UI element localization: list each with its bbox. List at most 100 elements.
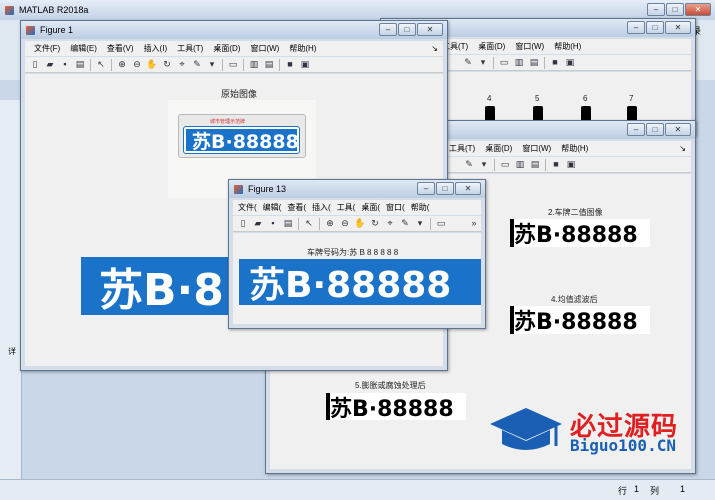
close-button[interactable]: ✕ bbox=[455, 182, 481, 195]
data-cursor-icon[interactable]: ⌖ bbox=[175, 58, 189, 71]
close-button[interactable]: ✕ bbox=[417, 23, 443, 36]
show-plot-tools-icon[interactable]: ▣ bbox=[563, 56, 577, 69]
close-button[interactable]: ✕ bbox=[665, 21, 691, 34]
binary-plate-image: 苏B·88888 bbox=[510, 219, 650, 247]
open-file-icon[interactable]: ▰ bbox=[251, 217, 265, 230]
menu-insert[interactable]: 插入( bbox=[309, 202, 334, 213]
save-icon[interactable]: ▪ bbox=[266, 217, 280, 230]
show-plot-tools-icon[interactable]: ▣ bbox=[298, 58, 312, 71]
hide-plot-tools-icon[interactable]: ■ bbox=[283, 58, 297, 71]
hide-plot-tools-icon[interactable]: ■ bbox=[549, 158, 563, 171]
colorbar-icon[interactable]: ▥ bbox=[247, 58, 261, 71]
link-plot-icon[interactable]: ▭ bbox=[498, 158, 512, 171]
minimize-button[interactable]: – bbox=[379, 23, 397, 36]
separator bbox=[544, 56, 545, 69]
pan-icon[interactable]: ✋ bbox=[145, 58, 159, 71]
menu-tools[interactable]: 工具( bbox=[334, 202, 359, 213]
maximize-button[interactable]: □ bbox=[398, 23, 416, 36]
maximize-button[interactable]: □ bbox=[646, 123, 664, 136]
minimize-button[interactable]: – bbox=[647, 3, 665, 16]
menu-help[interactable]: 帮助(H) bbox=[549, 41, 586, 52]
edit-plot-icon[interactable]: ↖ bbox=[94, 58, 108, 71]
link-plot-icon[interactable]: ▭ bbox=[434, 217, 448, 230]
brush-icon[interactable]: ✎ bbox=[398, 217, 412, 230]
dock-icon[interactable]: ↘ bbox=[426, 44, 443, 53]
edit-plot-icon[interactable]: ↖ bbox=[302, 217, 316, 230]
recognition-result: 车牌号码为:苏 B 8 8 8 8 8 bbox=[307, 248, 399, 257]
print-icon[interactable]: ▤ bbox=[281, 217, 295, 230]
menu-view[interactable]: 查看( bbox=[284, 202, 309, 213]
recognized-plate-image: 苏B·88888 bbox=[239, 259, 481, 305]
dilated-plate-image: 苏B·88888 bbox=[326, 393, 466, 420]
menu-tools[interactable]: 工具(T) bbox=[444, 143, 480, 154]
zoom-in-icon[interactable]: ⊕ bbox=[115, 58, 129, 71]
data-cursor-icon[interactable]: ⌖ bbox=[383, 217, 397, 230]
open-file-icon[interactable]: ▰ bbox=[43, 58, 57, 71]
menu-tools[interactable]: 工具(T) bbox=[172, 43, 208, 54]
menu-help[interactable]: 帮助(H) bbox=[284, 43, 321, 54]
hide-plot-tools-icon[interactable]: ■ bbox=[548, 56, 562, 69]
zoom-in-icon[interactable]: ⊕ bbox=[323, 217, 337, 230]
legend-icon[interactable]: ▤ bbox=[262, 58, 276, 71]
new-figure-icon[interactable]: ▯ bbox=[28, 58, 42, 71]
separator bbox=[298, 217, 299, 230]
dropdown-icon[interactable]: ▾ bbox=[476, 56, 490, 69]
menu-edit[interactable]: 编辑( bbox=[260, 202, 285, 213]
menu-help[interactable]: 帮助(H) bbox=[556, 143, 593, 154]
brush-icon[interactable]: ✎ bbox=[461, 56, 475, 69]
toolbar: ▯ ▰ ▪ ▤ ↖ ⊕ ⊖ ✋ ↻ ⌖ ✎ ▾ ▭ ▥ ▤ ■ ▣ bbox=[25, 57, 443, 73]
menu-window[interactable]: 窗口(W) bbox=[245, 43, 284, 54]
link-plot-icon[interactable]: ▭ bbox=[226, 58, 240, 71]
separator bbox=[222, 58, 223, 71]
figure-1-titlebar: Figure 1 – □ ✕ bbox=[21, 21, 447, 39]
zoom-out-icon[interactable]: ⊖ bbox=[338, 217, 352, 230]
caption-binary: 2.车牌二值图像 bbox=[548, 208, 603, 217]
close-button[interactable]: ✕ bbox=[685, 3, 711, 16]
menu-window[interactable]: 窗口(W) bbox=[510, 41, 549, 52]
figure-1-title: Figure 1 bbox=[40, 25, 74, 35]
menu-insert[interactable]: 插入(I) bbox=[139, 43, 173, 54]
caption-dilation: 5.膨胀或腐蚀处理后 bbox=[355, 381, 426, 390]
minimize-button[interactable]: – bbox=[627, 123, 645, 136]
more-tools-icon[interactable]: » bbox=[467, 217, 481, 230]
menu-desktop[interactable]: 桌面(D) bbox=[480, 143, 517, 154]
maximize-button[interactable]: □ bbox=[436, 182, 454, 195]
link-plot-icon[interactable]: ▭ bbox=[497, 56, 511, 69]
legend-icon[interactable]: ▤ bbox=[528, 158, 542, 171]
rotate-icon[interactable]: ↻ bbox=[160, 58, 174, 71]
menu-desktop[interactable]: 桌面( bbox=[358, 202, 383, 213]
print-icon[interactable]: ▤ bbox=[73, 58, 87, 71]
brush-icon[interactable]: ✎ bbox=[462, 158, 476, 171]
figure-13-window: Figure 13 – □ ✕ 文件( 编辑( 查看( 插入( 工具( 桌面( … bbox=[228, 179, 486, 329]
legend-icon[interactable]: ▤ bbox=[527, 56, 541, 69]
maximize-button[interactable]: □ bbox=[646, 21, 664, 34]
menu-window[interactable]: 窗口(W) bbox=[517, 143, 556, 154]
new-figure-icon[interactable]: ▯ bbox=[236, 217, 250, 230]
minimize-button[interactable]: – bbox=[627, 21, 645, 34]
menu-desktop[interactable]: 桌面(D) bbox=[208, 43, 245, 54]
pan-icon[interactable]: ✋ bbox=[353, 217, 367, 230]
minimize-button[interactable]: – bbox=[417, 182, 435, 195]
zoom-out-icon[interactable]: ⊖ bbox=[130, 58, 144, 71]
colorbar-icon[interactable]: ▥ bbox=[512, 56, 526, 69]
menu-desktop[interactable]: 桌面(D) bbox=[473, 41, 510, 52]
menu-file[interactable]: 文件(F) bbox=[29, 43, 65, 54]
subplot-label: 5 bbox=[535, 94, 540, 103]
colorbar-icon[interactable]: ▥ bbox=[513, 158, 527, 171]
menu-view[interactable]: 查看(V) bbox=[102, 43, 139, 54]
dock-icon[interactable]: ↘ bbox=[674, 144, 691, 153]
brush-icon[interactable]: ✎ bbox=[190, 58, 204, 71]
menu-file[interactable]: 文件( bbox=[235, 202, 260, 213]
rotate-icon[interactable]: ↻ bbox=[368, 217, 382, 230]
maximize-button[interactable]: □ bbox=[666, 3, 684, 16]
dropdown-icon[interactable]: ▾ bbox=[413, 217, 427, 230]
menu-window[interactable]: 窗口( bbox=[383, 202, 408, 213]
menu-help[interactable]: 帮助( bbox=[408, 202, 433, 213]
zoomed-plate-image: 苏B·8 bbox=[81, 257, 231, 315]
dropdown-icon[interactable]: ▾ bbox=[477, 158, 491, 171]
menu-edit[interactable]: 编辑(E) bbox=[65, 43, 102, 54]
save-icon[interactable]: ▪ bbox=[58, 58, 72, 71]
show-plot-tools-icon[interactable]: ▣ bbox=[564, 158, 578, 171]
close-button[interactable]: ✕ bbox=[665, 123, 691, 136]
dropdown-icon[interactable]: ▾ bbox=[205, 58, 219, 71]
